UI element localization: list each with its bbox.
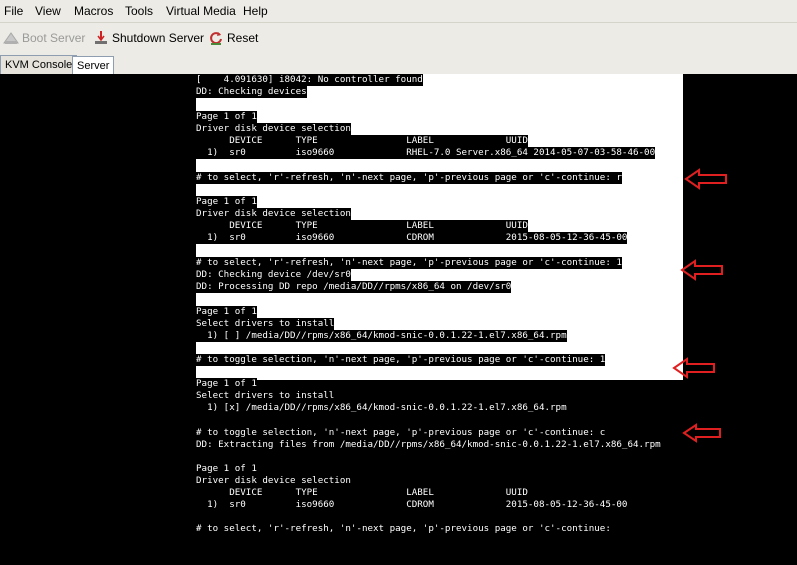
- terminal-line: DEVICE TYPE LABEL UUID: [196, 135, 528, 147]
- menu-file[interactable]: File: [4, 4, 23, 18]
- toolbar: Boot Server Shutdown Server Reset: [0, 23, 797, 52]
- terminal-line: DD: Processing DD repo /media/DD//rpms/x…: [196, 281, 512, 293]
- terminal-line: # to select, 'r'-refresh, 'n'-next page,…: [196, 523, 611, 535]
- red-arrow-annotation: [684, 168, 727, 190]
- terminal-line: DD: Checking device /dev/sr0: [196, 269, 351, 281]
- terminal-line: # to select, 'r'-refresh, 'n'-next page,…: [196, 257, 622, 269]
- red-arrow-annotation: [680, 259, 723, 281]
- shutdown-server-label: Shutdown Server: [112, 31, 205, 45]
- terminal-line: Driver disk device selection: [196, 123, 351, 135]
- terminal-line: 1) sr0 iso9660 RHEL-7.0 Server.x86_64 20…: [196, 147, 656, 159]
- tab-bar: KVM Console Server: [0, 52, 797, 75]
- terminal-line: DEVICE TYPE LABEL UUID: [196, 220, 528, 232]
- terminal-line: Select drivers to install: [196, 390, 335, 402]
- terminal-line: Driver disk device selection: [196, 475, 351, 487]
- menu-tools[interactable]: Tools: [125, 4, 153, 18]
- menu-bar: File View Macros Tools Virtual Media Hel…: [0, 0, 797, 23]
- terminal-line: DEVICE TYPE LABEL UUID: [196, 487, 528, 499]
- reset-label: Reset: [227, 31, 259, 45]
- red-arrow-annotation: [672, 357, 715, 379]
- terminal-line: # to toggle selection, 'n'-next page, 'p…: [196, 427, 606, 439]
- terminal-line: Page 1 of 1: [196, 306, 257, 318]
- terminal-line: DD: Extracting files from /media/DD//rpm…: [196, 439, 661, 451]
- menu-macros[interactable]: Macros: [74, 4, 113, 18]
- terminal-line: 1) [x] /media/DD//rpms/x86_64/kmod-snic-…: [196, 402, 567, 414]
- reset-button[interactable]: Reset: [208, 29, 258, 47]
- reset-icon: [208, 30, 224, 46]
- terminal-line: DD: Checking devices: [196, 86, 307, 98]
- terminal-line: Select drivers to install: [196, 318, 335, 330]
- terminal-line: 1) sr0 iso9660 CDROM 2015-08-05-12-36-45…: [196, 499, 628, 511]
- terminal-line: Driver disk device selection: [196, 208, 351, 220]
- boot-server-label: Boot Server: [22, 31, 86, 45]
- boot-icon: [3, 30, 19, 46]
- terminal-line: # to toggle selection, 'n'-next page, 'p…: [196, 354, 606, 366]
- tab-server[interactable]: Server: [72, 56, 115, 75]
- terminal-line: 1) [ ] /media/DD//rpms/x86_64/kmod-snic-…: [196, 330, 567, 342]
- shutdown-icon: [93, 30, 109, 46]
- terminal-screen[interactable]: [ 4.091630] i8042: No controller found D…: [196, 74, 683, 565]
- kvm-console-view[interactable]: [ 4.091630] i8042: No controller found D…: [0, 74, 797, 565]
- red-arrow-annotation: [682, 423, 721, 443]
- terminal-line: Page 1 of 1: [196, 196, 257, 208]
- terminal-line: Page 1 of 1: [196, 111, 257, 123]
- menu-view[interactable]: View: [35, 4, 61, 18]
- tab-kvm-console[interactable]: KVM Console: [0, 55, 78, 74]
- terminal-line: # to select, 'r'-refresh, 'n'-next page,…: [196, 172, 622, 184]
- menu-help[interactable]: Help: [243, 4, 268, 18]
- shutdown-server-button[interactable]: Shutdown Server: [93, 29, 204, 47]
- boot-server-button[interactable]: Boot Server: [3, 29, 85, 47]
- terminal-line: [ 4.091630] i8042: No controller found: [196, 74, 423, 86]
- terminal-line: 1) sr0 iso9660 CDROM 2015-08-05-12-36-45…: [196, 232, 628, 244]
- terminal-line: Page 1 of 1: [196, 463, 257, 475]
- terminal-line: Page 1 of 1: [196, 378, 257, 390]
- menu-virtual-media[interactable]: Virtual Media: [166, 4, 236, 18]
